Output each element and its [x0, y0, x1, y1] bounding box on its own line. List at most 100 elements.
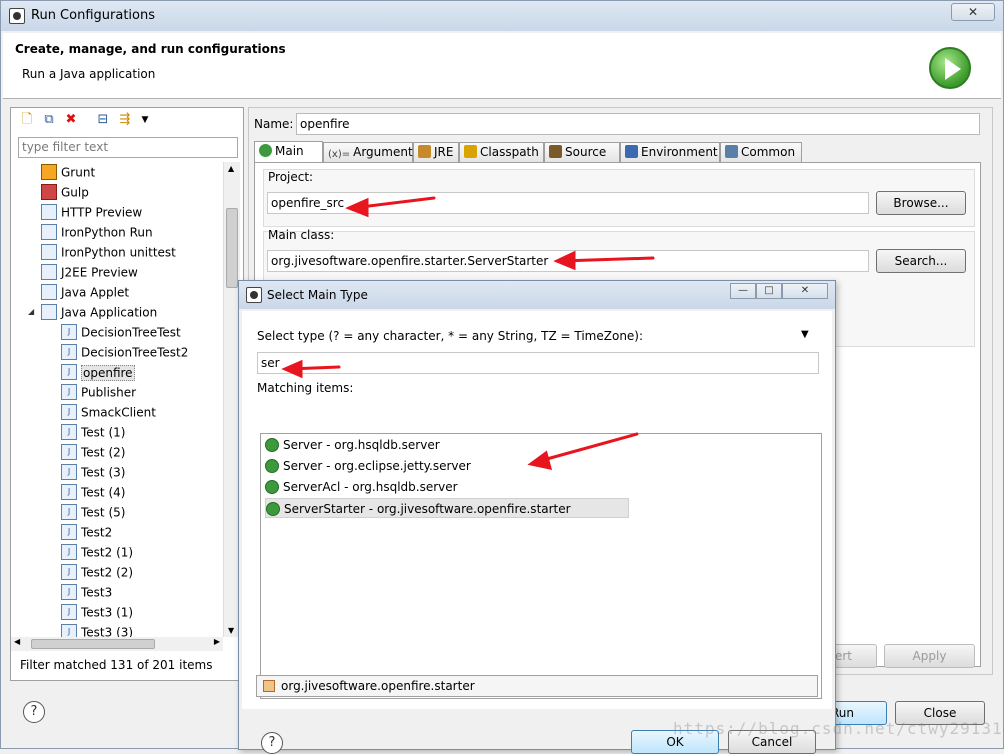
classpath-tab-icon [464, 145, 477, 158]
matching-item[interactable]: Server - org.eclipse.jetty.server [265, 456, 479, 476]
type-search-input[interactable]: ser [257, 352, 819, 374]
name-input[interactable]: openfire [296, 113, 980, 135]
java-config-icon: J [61, 583, 77, 600]
matching-items-list[interactable]: Server - org.hsqldb.server Server - org.e… [260, 433, 822, 699]
java-config-icon: J [61, 403, 77, 420]
class-icon [266, 501, 280, 516]
tree-item-label: SmackClient [81, 405, 156, 420]
project-label: Project: [268, 170, 314, 184]
header-subtitle: Run a Java application [22, 67, 156, 81]
tree-item[interactable]: J2EE Preview [41, 262, 138, 282]
matching-item[interactable]: Server - org.hsqldb.server [265, 435, 448, 455]
expand-toggle-icon[interactable]: ◢ [28, 302, 34, 322]
filter-status: Filter matched 131 of 201 items [20, 658, 213, 672]
main-class-label: Main class: [268, 228, 335, 242]
duplicate-icon[interactable]: ⧉ [41, 112, 57, 128]
browse-button[interactable]: Browse... [876, 191, 966, 215]
select-type-label: Select type (? = any character, * = any … [257, 329, 644, 343]
scroll-right-icon[interactable]: ▶ [214, 637, 220, 646]
dialog-title-bar[interactable]: Select Main Type — □ ✕ [239, 281, 835, 309]
tab-common[interactable]: Common [720, 142, 802, 162]
tab-source[interactable]: Source [544, 142, 620, 162]
tab-environment[interactable]: Environment [620, 142, 720, 162]
tree-item[interactable]: J Test2 (1) [61, 542, 133, 562]
help-icon[interactable]: ? [23, 701, 45, 723]
matching-item-label: ServerAcl - org.hsqldb.server [283, 480, 458, 494]
tree-item[interactable]: J Test3 (1) [61, 602, 133, 622]
tree-item[interactable]: J Test (4) [61, 482, 125, 502]
filter-input[interactable]: type filter text [18, 137, 238, 158]
tab-label: Main [275, 144, 304, 158]
delete-icon[interactable]: ✖ [63, 112, 79, 128]
tree-item-label: Test3 [81, 585, 113, 600]
java-config-icon: J [61, 443, 77, 460]
tree-item[interactable]: IronPython Run [41, 222, 153, 242]
tree-item[interactable]: J Test3 (3) [61, 622, 133, 637]
new-configuration-icon[interactable]: 🗋 [19, 112, 35, 128]
tab-main[interactable]: Main [254, 141, 323, 163]
hscroll-thumb[interactable] [31, 639, 155, 649]
tree-horizontal-scrollbar[interactable]: ◀ ▶ [11, 637, 223, 651]
tree-item[interactable]: HTTP Preview [41, 202, 142, 222]
search-button[interactable]: Search... [876, 249, 966, 273]
tree-item[interactable]: J Test (2) [61, 442, 125, 462]
tree-item[interactable]: J Test (5) [61, 502, 125, 522]
main-class-input[interactable]: org.jivesoftware.openfire.starter.Server… [267, 250, 869, 272]
http-preview-icon [41, 203, 57, 220]
tree-item[interactable]: J Test (1) [61, 422, 125, 442]
tab-label: Common [741, 145, 796, 159]
window-close-button[interactable]: ✕ [951, 3, 995, 21]
jre-tab-icon [418, 145, 431, 158]
scroll-thumb[interactable] [226, 208, 238, 288]
tree-item[interactable]: J Test2 (2) [61, 562, 133, 582]
tab-jre[interactable]: JRE [413, 142, 459, 162]
title-bar[interactable]: Run Configurations ✕ [1, 1, 1003, 31]
tree-item[interactable]: J DecisionTreeTest2 [61, 342, 188, 362]
tree-item[interactable]: J DecisionTreeTest [61, 322, 181, 342]
scroll-down-icon[interactable]: ▼ [228, 626, 234, 635]
tree-item[interactable]: Java Applet [41, 282, 129, 302]
java-config-icon: J [61, 523, 77, 540]
view-menu-icon[interactable]: ▼ [137, 112, 153, 128]
tree-item[interactable]: Grunt [41, 162, 95, 182]
tree-item-label: openfire [81, 364, 135, 381]
tree-item[interactable]: J Publisher [61, 382, 136, 402]
java-config-icon: J [61, 543, 77, 560]
window-title: Run Configurations [31, 8, 155, 23]
collapse-all-icon[interactable]: ⊟ [95, 112, 111, 128]
tree-item-label: Test2 (2) [81, 565, 134, 580]
tab-arguments[interactable]: (x)= Arguments [323, 142, 419, 162]
java-config-icon: J [61, 363, 77, 380]
class-icon [265, 479, 279, 494]
tab-classpath[interactable]: Classpath [459, 142, 544, 162]
tree-item[interactable]: Jopenfire [61, 362, 135, 382]
matching-items-label: Matching items: [257, 381, 354, 395]
java-config-icon: J [61, 483, 77, 500]
dialog-menu-icon[interactable]: ▼ [801, 329, 809, 340]
scroll-left-icon[interactable]: ◀ [14, 637, 20, 646]
filter-icon[interactable]: ⇶ [117, 112, 133, 128]
maximize-button[interactable]: □ [756, 283, 782, 299]
tree-item[interactable]: Gulp [41, 182, 89, 202]
tree-item[interactable]: ◢ Java Application [28, 302, 157, 322]
tree-item-label: DecisionTreeTest [81, 325, 181, 340]
matching-item[interactable]: ServerStarter - org.jivesoftware.openfir… [265, 498, 629, 518]
dialog-close-button[interactable]: ✕ [782, 283, 828, 299]
matching-item[interactable]: ServerAcl - org.hsqldb.server [265, 477, 466, 497]
project-input[interactable]: openfire_src [267, 192, 869, 214]
configuration-tree[interactable]: Grunt Gulp HTTP Preview IronPython Run IronP… [11, 162, 223, 637]
tree-item[interactable]: J Test (3) [61, 462, 125, 482]
tree-item[interactable]: J Test3 [61, 582, 112, 602]
tree-item[interactable]: IronPython unittest [41, 242, 176, 262]
tree-item-label: Test2 (1) [81, 545, 134, 560]
dialog-title: Select Main Type [267, 288, 368, 302]
scroll-up-icon[interactable]: ▲ [228, 164, 234, 173]
java-config-icon: J [61, 323, 77, 340]
tree-item[interactable]: J SmackClient [61, 402, 156, 422]
java-config-icon: J [61, 343, 77, 360]
dialog-help-icon[interactable]: ? [261, 732, 283, 754]
java-application-icon [41, 303, 57, 320]
tree-item[interactable]: J Test2 [61, 522, 112, 542]
minimize-button[interactable]: — [730, 283, 756, 299]
apply-button[interactable]: Apply [884, 644, 975, 668]
